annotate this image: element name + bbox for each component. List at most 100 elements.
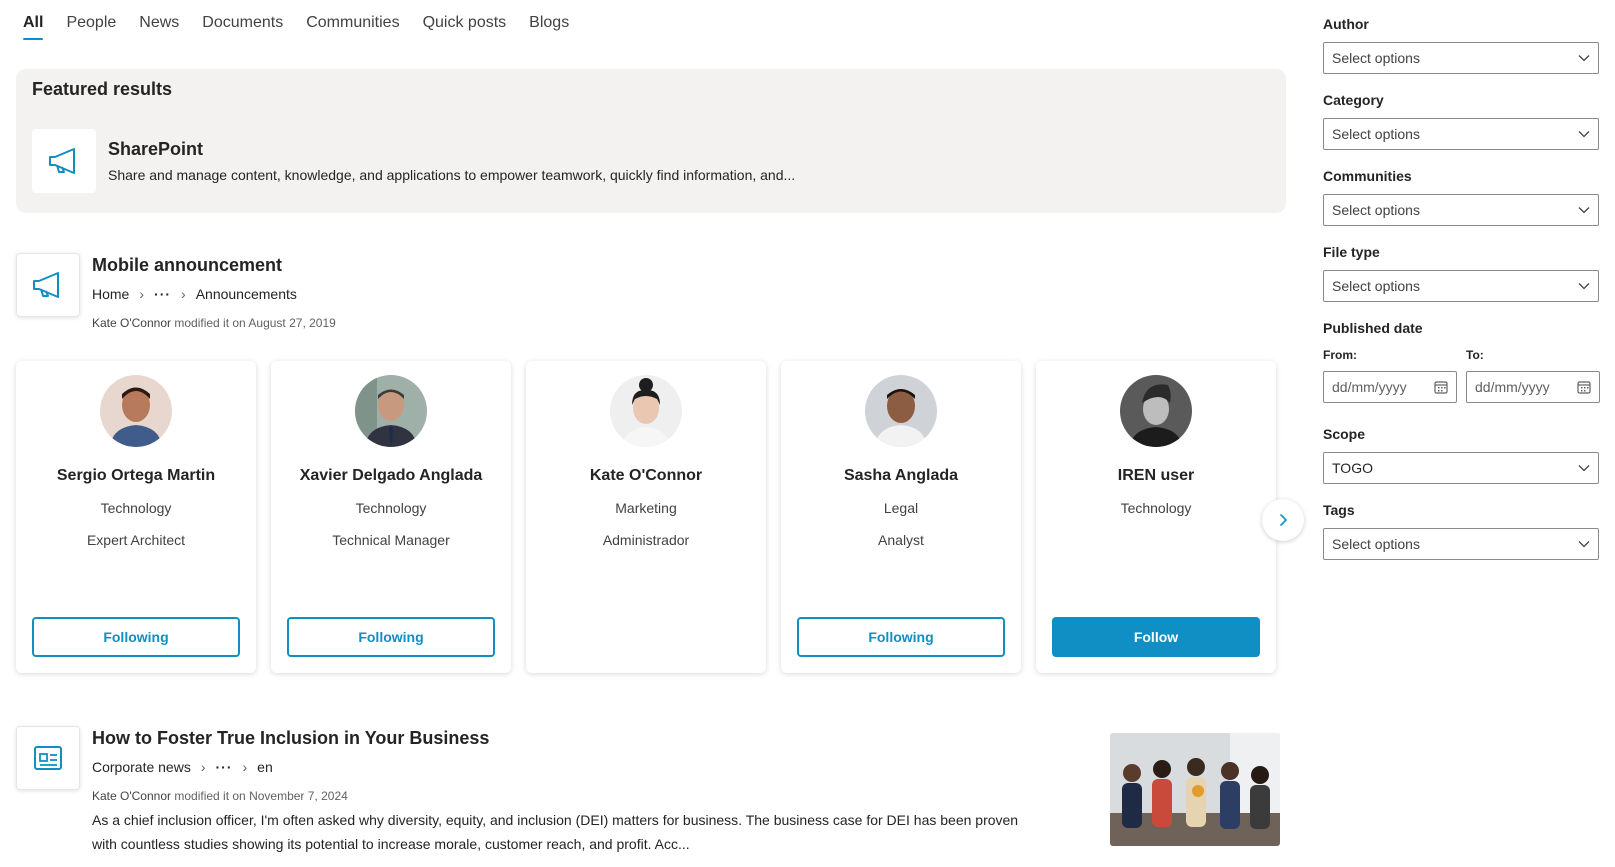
filter-communities-label: Communities (1323, 168, 1412, 184)
chevron-right-icon (1280, 514, 1287, 526)
avatar (355, 375, 427, 447)
tags-select-value: Select options (1332, 536, 1420, 552)
person-department: Legal (883, 500, 919, 516)
breadcrumb-ellipsis[interactable]: ··· (154, 286, 171, 302)
person-name[interactable]: IREN user (1036, 467, 1276, 485)
megaphone-icon (33, 272, 59, 298)
person-role: Administrador (602, 532, 690, 548)
result-modified: modified it on November 7, 2024 (174, 789, 348, 803)
chevron-right-icon: › (200, 759, 206, 775)
person-department: Technology (100, 500, 172, 516)
breadcrumb: Home › ··· › Announcements (92, 286, 297, 302)
result-meta: Kate O'Connor modified it on August 27, … (92, 316, 336, 330)
person-name[interactable]: Sergio Ortega Martin (16, 467, 256, 485)
result-title[interactable]: How to Foster True Inclusion in Your Bus… (92, 728, 489, 749)
date-from-input[interactable]: dd/mm/yyyy (1323, 371, 1457, 403)
tab-documents[interactable]: Documents (202, 14, 283, 40)
communities-select[interactable]: Select options (1323, 194, 1599, 226)
follow-button[interactable]: Follow (1052, 617, 1260, 657)
scope-select-value: TOGO (1332, 460, 1373, 476)
featured-item-title[interactable]: SharePoint (108, 139, 203, 160)
chevron-down-icon (1578, 55, 1590, 62)
person-card[interactable]: Sergio Ortega Martin Technology Expert A… (16, 361, 256, 673)
date-from-label: From: (1323, 348, 1357, 362)
result-snippet: As a chief inclusion officer, I'm often … (92, 812, 1019, 852)
featured-item-description: Share and manage content, knowledge, and… (108, 167, 796, 183)
breadcrumb-ellipsis[interactable]: ··· (216, 759, 233, 775)
person-card[interactable]: IREN user Technology Follow (1036, 361, 1276, 673)
tab-people[interactable]: People (66, 14, 116, 40)
result-icon-box[interactable] (16, 726, 80, 790)
filter-tags-label: Tags (1323, 502, 1355, 518)
filter-published-date-label: Published date (1323, 320, 1423, 336)
communities-select-value: Select options (1332, 202, 1420, 218)
avatar (865, 375, 937, 447)
breadcrumb: Corporate news › ··· › en (92, 759, 273, 775)
tab-all[interactable]: All (23, 14, 44, 40)
tags-select[interactable]: Select options (1323, 528, 1599, 560)
person-department: Marketing (615, 500, 677, 516)
result-author: Kate O'Connor (92, 316, 172, 330)
date-to-input[interactable]: dd/mm/yyyy (1466, 371, 1600, 403)
person-role: Analyst (878, 532, 924, 548)
person-card[interactable]: Sasha Anglada Legal Analyst Following (781, 361, 1021, 673)
tab-communities[interactable]: Communities (306, 14, 399, 40)
person-role: Expert Architect (86, 532, 186, 548)
person-department: Technology (1120, 500, 1192, 516)
author-select[interactable]: Select options (1323, 42, 1599, 74)
breadcrumb-item[interactable]: Announcements (196, 286, 297, 302)
breadcrumb-item[interactable]: en (257, 759, 273, 775)
category-select[interactable]: Select options (1323, 118, 1599, 150)
following-button[interactable]: Following (287, 617, 495, 657)
megaphone-icon (49, 148, 75, 174)
chevron-down-icon (1578, 465, 1590, 472)
chevron-down-icon (1578, 541, 1590, 548)
person-name[interactable]: Kate O'Connor (526, 467, 766, 485)
filter-author-label: Author (1323, 16, 1369, 32)
following-button[interactable]: Following (797, 617, 1005, 657)
calendar-icon[interactable] (1434, 380, 1448, 394)
chevron-down-icon (1578, 131, 1590, 138)
person-card[interactable]: Xavier Delgado Anglada Technology Techni… (271, 361, 511, 673)
person-card[interactable]: Kate O'Connor Marketing Administrador (526, 361, 766, 673)
result-icon-box[interactable] (16, 253, 80, 317)
carousel-next-button[interactable] (1262, 499, 1304, 541)
filter-category-label: Category (1323, 92, 1384, 108)
featured-results: Featured results SharePoint Share and ma… (16, 69, 1286, 213)
avatar (610, 375, 682, 447)
newspaper-icon (34, 746, 62, 770)
file-type-select-value: Select options (1332, 278, 1420, 294)
date-to-placeholder: dd/mm/yyyy (1475, 379, 1550, 395)
vertical-tabs: All People News Documents Communities Qu… (23, 14, 592, 40)
date-from-placeholder: dd/mm/yyyy (1332, 379, 1407, 395)
breadcrumb-item[interactable]: Corporate news (92, 759, 191, 775)
category-select-value: Select options (1332, 126, 1420, 142)
person-department: Technology (355, 500, 427, 516)
tab-news[interactable]: News (139, 14, 179, 40)
result-modified: modified it on August 27, 2019 (174, 316, 336, 330)
chevron-down-icon (1578, 207, 1590, 214)
date-to-label: To: (1466, 348, 1484, 362)
calendar-icon[interactable] (1577, 380, 1591, 394)
scope-select[interactable]: TOGO (1323, 452, 1599, 484)
result-title[interactable]: Mobile announcement (92, 255, 282, 276)
avatar (100, 375, 172, 447)
person-name[interactable]: Xavier Delgado Anglada (271, 467, 511, 485)
result-author: Kate O'Connor (92, 789, 172, 803)
breadcrumb-item[interactable]: Home (92, 286, 129, 302)
result-thumbnail[interactable] (1110, 733, 1280, 846)
person-name[interactable]: Sasha Anglada (781, 467, 1021, 485)
file-type-select[interactable]: Select options (1323, 270, 1599, 302)
filter-scope-label: Scope (1323, 426, 1366, 442)
chevron-right-icon: › (139, 286, 145, 302)
filter-file-type-label: File type (1323, 244, 1380, 260)
featured-item-icon-box[interactable] (32, 129, 96, 193)
result-meta: Kate O'Connor modified it on November 7,… (92, 789, 348, 803)
tab-quick-posts[interactable]: Quick posts (423, 14, 507, 40)
tab-blogs[interactable]: Blogs (529, 14, 569, 40)
chevron-right-icon: › (181, 286, 186, 302)
chevron-down-icon (1578, 283, 1590, 290)
following-button[interactable]: Following (32, 617, 240, 657)
avatar (1120, 375, 1192, 447)
featured-heading: Featured results (32, 79, 173, 99)
